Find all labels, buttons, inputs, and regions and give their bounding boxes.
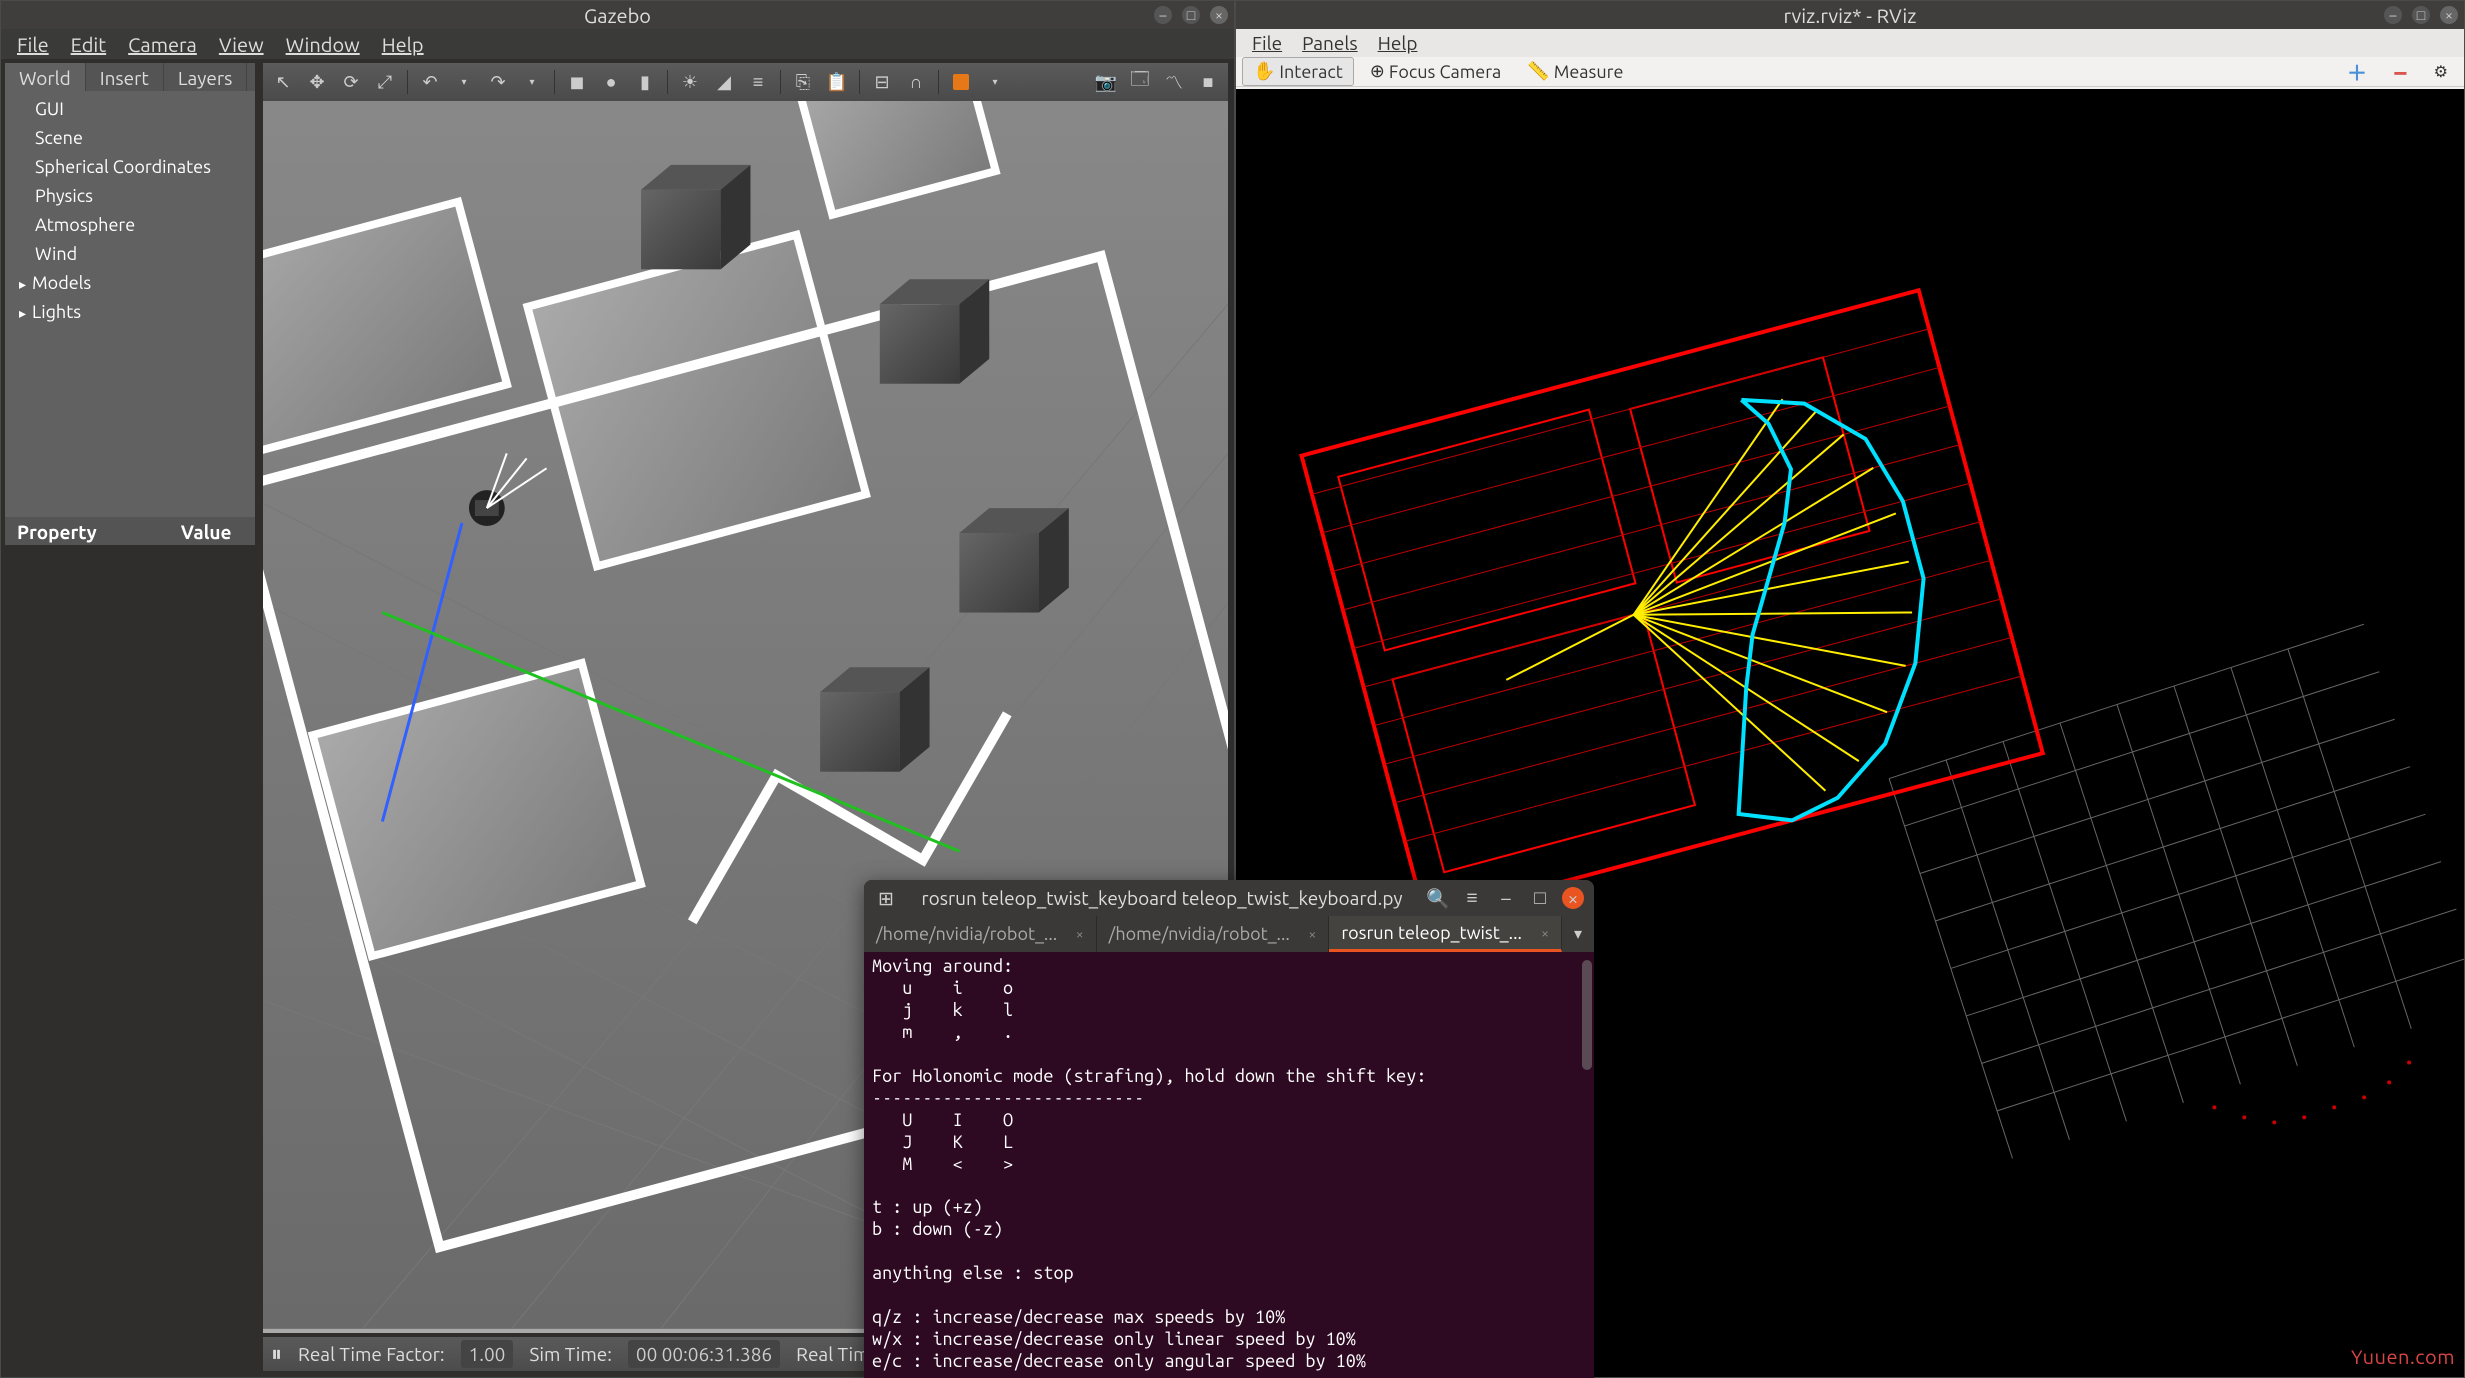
- term-tab-0[interactable]: /home/nvidia/robot_...×: [864, 916, 1097, 952]
- rviz-titlebar[interactable]: rviz.rviz* - RViz – □ ×: [1236, 1, 2464, 29]
- tab-insert[interactable]: Insert: [86, 63, 164, 91]
- settings-icon[interactable]: ⚙: [2424, 59, 2458, 84]
- log-icon[interactable]: 🗔: [1126, 68, 1154, 96]
- hand-icon: ✋: [1253, 61, 1275, 82]
- spotlight-icon[interactable]: ◢: [710, 68, 738, 96]
- menu-camera[interactable]: Camera: [118, 29, 207, 60]
- prop-value: Value: [169, 517, 244, 545]
- record-icon[interactable]: [947, 68, 975, 96]
- rviz-toolbar: ✋Interact ⊕Focus Camera 📏Measure ＋ − ⚙: [1236, 57, 2464, 87]
- terminal-window: ⊞ rosrun teleop_twist_keyboard teleop_tw…: [864, 880, 1594, 1378]
- gazebo-title: Gazebo: [584, 4, 651, 27]
- tree-wind[interactable]: Wind: [15, 240, 245, 269]
- scale-icon[interactable]: ⤢: [371, 68, 399, 96]
- tab-world[interactable]: World: [5, 63, 86, 91]
- tab-close-icon[interactable]: ×: [1308, 926, 1316, 942]
- cube-icon[interactable]: ◼: [563, 68, 591, 96]
- term-close-button[interactable]: ×: [1562, 887, 1584, 909]
- dirlight-icon[interactable]: ≡: [744, 68, 772, 96]
- simtime-label: Sim Time:: [529, 1343, 611, 1365]
- move-icon[interactable]: ✥: [303, 68, 331, 96]
- property-header: Property Value: [5, 517, 255, 545]
- cursor-icon[interactable]: ↖: [269, 68, 297, 96]
- tab-close-icon[interactable]: ×: [1541, 925, 1549, 941]
- tree-gui[interactable]: GUI: [15, 95, 245, 124]
- copy-icon[interactable]: ⎘: [789, 68, 817, 96]
- terminal-tabs: /home/nvidia/robot_...× /home/nvidia/rob…: [864, 916, 1594, 952]
- remove-button[interactable]: −: [2383, 54, 2418, 89]
- target-icon: ⊕: [1370, 61, 1385, 82]
- video-icon[interactable]: ■: [1194, 68, 1222, 96]
- sphere-icon[interactable]: ●: [597, 68, 625, 96]
- rtf-value: 1.00: [461, 1340, 514, 1368]
- add-button[interactable]: ＋: [2337, 54, 2377, 89]
- dropdown-icon[interactable]: ▾: [981, 68, 1009, 96]
- tab-layers[interactable]: Layers: [164, 63, 248, 91]
- terminal-titlebar[interactable]: ⊞ rosrun teleop_twist_keyboard teleop_tw…: [864, 880, 1594, 916]
- gazebo-menubar: File Edit Camera View Window Help: [1, 29, 1234, 59]
- term-tab-1[interactable]: /home/nvidia/robot_...×: [1097, 916, 1330, 952]
- menu-file[interactable]: File: [7, 29, 59, 60]
- menu-edit[interactable]: Edit: [61, 29, 116, 60]
- cylinder-icon[interactable]: ▮: [631, 68, 659, 96]
- undo-icon[interactable]: ↶: [416, 68, 444, 96]
- gazebo-left-panel: World Insert Layers GUI Scene Spherical …: [5, 63, 255, 545]
- prop-property: Property: [5, 517, 109, 545]
- snap-icon[interactable]: ∩: [902, 68, 930, 96]
- tree-spherical[interactable]: Spherical Coordinates: [15, 153, 245, 182]
- paste-icon[interactable]: 📋: [823, 68, 851, 96]
- terminal-body[interactable]: Moving around: u i o j k l m , . For Hol…: [864, 952, 1594, 1378]
- terminal-title: rosrun teleop_twist_keyboard teleop_twis…: [908, 887, 1416, 909]
- term-tab-2[interactable]: rosrun teleop_twist_...×: [1329, 916, 1562, 952]
- rviz-menu-panels[interactable]: Panels: [1292, 29, 1368, 57]
- tree-atmosphere[interactable]: Atmosphere: [15, 211, 245, 240]
- term-maximize-button[interactable]: □: [1528, 886, 1552, 910]
- rviz-maximize-button[interactable]: □: [2412, 6, 2430, 24]
- rviz-minimize-button[interactable]: –: [2384, 6, 2402, 24]
- sun-icon[interactable]: ☀: [676, 68, 704, 96]
- new-tab-icon[interactable]: ⊞: [874, 886, 898, 910]
- gazebo-titlebar[interactable]: Gazebo – □ ×: [1, 1, 1234, 29]
- gazebo-toolbar: ↖ ✥ ⟳ ⤢ ↶ ▾ ↷ ▾ ◼ ● ▮ ☀ ◢ ≡ ⎘ 📋 ⊟ ∩ ▾ 📷 …: [263, 63, 1228, 101]
- rviz-close-button[interactable]: ×: [2440, 6, 2458, 24]
- rviz-menubar: File Panels Help: [1236, 29, 2464, 57]
- tree-models[interactable]: Models: [15, 269, 245, 298]
- menu-window[interactable]: Window: [276, 29, 370, 60]
- simtime-value: 00 00:06:31.386: [628, 1340, 780, 1368]
- tree-scene[interactable]: Scene: [15, 124, 245, 153]
- tree-lights[interactable]: Lights: [15, 298, 245, 327]
- tree-physics[interactable]: Physics: [15, 182, 245, 211]
- world-tree: GUI Scene Spherical Coordinates Physics …: [5, 91, 255, 331]
- rotate-icon[interactable]: ⟳: [337, 68, 365, 96]
- pause-button[interactable]: ⏸: [271, 1341, 282, 1367]
- menu-view[interactable]: View: [209, 29, 274, 60]
- redo-icon[interactable]: ↷: [484, 68, 512, 96]
- term-minimize-button[interactable]: –: [1494, 886, 1518, 910]
- focus-camera-button[interactable]: ⊕Focus Camera: [1360, 58, 1512, 85]
- scrollbar[interactable]: [1582, 960, 1592, 1070]
- rtf-label: Real Time Factor:: [298, 1343, 445, 1365]
- tab-close-icon[interactable]: ×: [1076, 926, 1084, 942]
- measure-button[interactable]: 📏Measure: [1517, 58, 1633, 85]
- ruler-icon: 📏: [1527, 61, 1549, 82]
- menu-help[interactable]: Help: [372, 29, 434, 60]
- plot-icon[interactable]: 〽: [1160, 68, 1188, 96]
- rviz-title: rviz.rviz* - RViz: [1784, 4, 1917, 27]
- tab-dropdown-icon[interactable]: ▾: [1562, 916, 1594, 952]
- rviz-menu-help[interactable]: Help: [1368, 29, 1428, 57]
- screenshot-icon[interactable]: 📷: [1092, 68, 1120, 96]
- close-button[interactable]: ×: [1210, 6, 1228, 24]
- maximize-button[interactable]: □: [1182, 6, 1200, 24]
- redo-dropdown-icon[interactable]: ▾: [518, 68, 546, 96]
- rviz-menu-file[interactable]: File: [1242, 29, 1292, 57]
- watermark: Yuuen.com: [2351, 1345, 2455, 1368]
- align-icon[interactable]: ⊟: [868, 68, 896, 96]
- search-icon[interactable]: 🔍: [1426, 886, 1450, 910]
- interact-button[interactable]: ✋Interact: [1242, 57, 1354, 86]
- undo-dropdown-icon[interactable]: ▾: [450, 68, 478, 96]
- hamburger-icon[interactable]: ≡: [1460, 886, 1484, 910]
- minimize-button[interactable]: –: [1154, 6, 1172, 24]
